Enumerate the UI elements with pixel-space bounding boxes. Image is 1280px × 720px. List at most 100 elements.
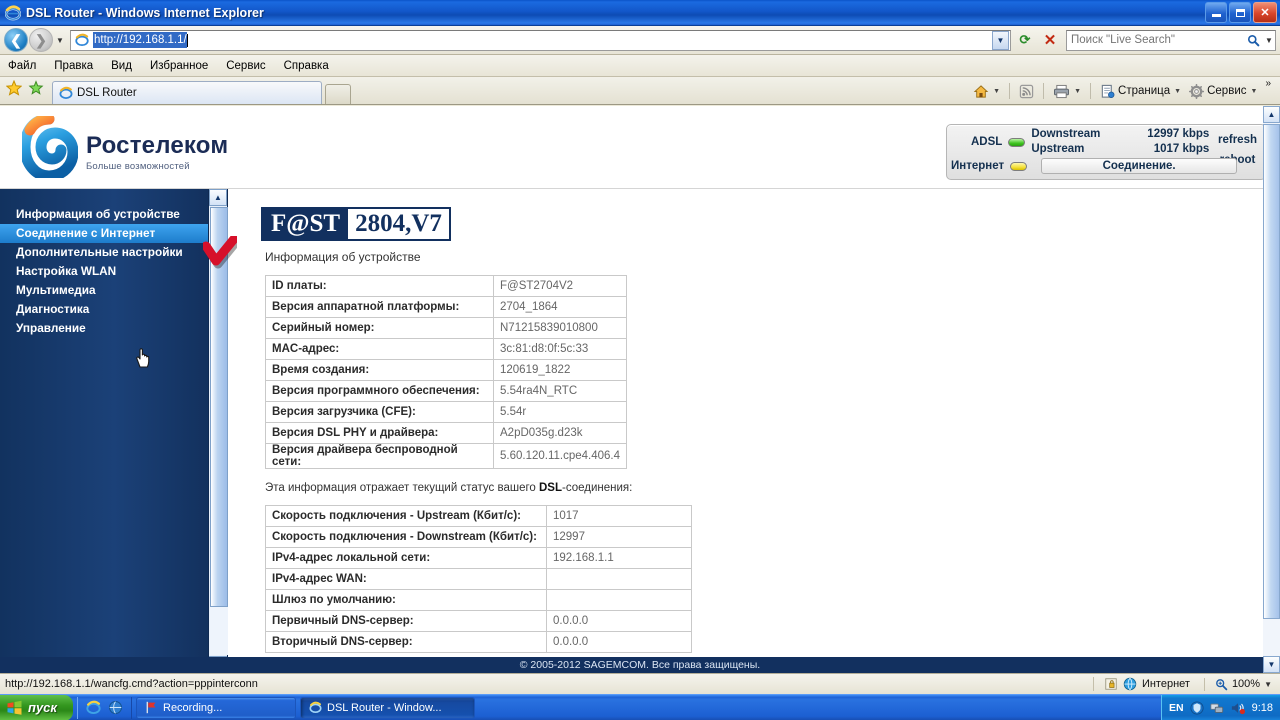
stop-icon[interactable]: ✕ — [1039, 29, 1061, 51]
dsl-note-suffix: -соединения: — [562, 482, 633, 494]
adsl-status-led-icon — [1008, 137, 1026, 147]
page-scrollbar[interactable]: ▲ ▼ — [1263, 106, 1280, 673]
quick-launch-browser-icon[interactable] — [108, 700, 123, 715]
browser-status-bar: http://192.168.1.1/wancfg.cmd?action=ppp… — [0, 673, 1280, 694]
menu-item-file[interactable]: Файл — [8, 60, 36, 72]
close-button[interactable]: ✕ — [1253, 2, 1277, 23]
chevron-down-icon[interactable]: ▼ — [993, 88, 1000, 95]
chevron-down-icon[interactable]: ▼ — [1174, 88, 1181, 95]
page-menu-button[interactable]: Страница ▼ — [1097, 84, 1184, 99]
search-icon[interactable] — [1243, 34, 1263, 47]
row-value — [546, 589, 692, 611]
tray-volume-icon[interactable] — [1230, 701, 1246, 715]
maximize-restore-button[interactable] — [1229, 2, 1251, 23]
browser-tab[interactable]: DSL Router — [52, 81, 322, 104]
zoom-icon — [1216, 678, 1228, 690]
separator — [1043, 83, 1045, 99]
quick-launch-ie-icon[interactable] — [86, 700, 101, 715]
scroll-up-arrow-icon[interactable]: ▲ — [209, 189, 227, 206]
menu-item-edit[interactable]: Правка — [54, 60, 93, 72]
menu-item-help[interactable]: Справка — [284, 60, 329, 72]
row-key: ID платы: — [265, 275, 494, 297]
table-row: Версия DSL PHY и драйвера: A2pD035g.d23k — [265, 422, 628, 444]
language-indicator[interactable]: EN — [1169, 702, 1184, 714]
forward-button[interactable]: ❯ — [29, 28, 53, 52]
toolbar-overflow-button[interactable]: » — [1262, 77, 1274, 89]
windows-flag-icon — [7, 700, 22, 715]
dsl-status-table: Скорость подключения - Upstream (Кбит/с)… — [265, 505, 692, 653]
sidebar-item-internet-connection[interactable]: Соединение с Интернет — [0, 224, 208, 243]
dsl-note-prefix: Эта информация отражает текущий статус в… — [265, 482, 539, 494]
minimize-button[interactable] — [1205, 2, 1227, 23]
sidebar-item-management[interactable]: Управление — [0, 319, 208, 338]
row-key: Вторичный DNS-сервер: — [265, 631, 547, 653]
row-value: 1017 — [546, 505, 692, 527]
search-box[interactable]: ▼ — [1066, 29, 1276, 51]
row-key: Серийный номер: — [265, 317, 494, 339]
status-link-url: http://192.168.1.1/wancfg.cmd?action=ppp… — [5, 678, 258, 690]
section-title: Информация об устройстве — [265, 250, 421, 264]
clock[interactable]: 9:18 — [1252, 702, 1273, 714]
sidebar-item-device-info[interactable]: Информация об устройстве — [0, 205, 208, 224]
brand-slogan: Больше возможностей — [86, 161, 190, 172]
table-row: Время создания: 120619_1822 — [265, 359, 628, 381]
page-body: Информация об устройстве Соединение с Ин… — [0, 189, 1280, 673]
table-row: MAC-адрес: 3c:81:d8:0f:5c:33 — [265, 338, 628, 360]
add-to-favorites-icon[interactable] — [28, 79, 44, 101]
rate-readout: Downstream 12997 kbps Upstream 1017 kbps — [1031, 127, 1209, 157]
quick-launch-bar — [77, 696, 132, 719]
favorites-center-icon[interactable] — [5, 79, 23, 101]
sidebar-item-wlan-setup[interactable]: Настройка WLAN — [0, 262, 208, 281]
tab-label: DSL Router — [77, 87, 137, 99]
menu-item-tools[interactable]: Сервис — [226, 60, 265, 72]
tray-shield-icon[interactable] — [1190, 700, 1204, 715]
row-value: 0.0.0.0 — [546, 631, 692, 653]
search-provider-dropdown-icon[interactable]: ▼ — [1263, 36, 1275, 45]
sidebar-item-diagnostics[interactable]: Диагностика — [0, 300, 208, 319]
row-value: 3c:81:d8:0f:5c:33 — [492, 338, 628, 360]
chevron-down-icon[interactable]: ▼ — [1264, 680, 1272, 689]
menu-item-favorites[interactable]: Избранное — [150, 60, 208, 72]
window-controls: ✕ — [1205, 2, 1277, 23]
chevron-down-icon[interactable]: ▼ — [1251, 88, 1258, 95]
page-viewport: Ростелеком Больше возможностей ADSL Down… — [0, 106, 1280, 673]
tray-network-icon[interactable] — [1210, 701, 1224, 715]
taskbar-item-recording[interactable]: Recording... — [136, 696, 296, 719]
table-row: Первичный DNS-сервер: 0.0.0.0 — [265, 610, 692, 632]
new-tab-button[interactable] — [325, 84, 351, 104]
zoom-indicator[interactable]: 100% ▼ — [1203, 677, 1280, 691]
menu-item-view[interactable]: Вид — [111, 60, 132, 72]
table-row: Версия загрузчика (CFE): 5.54r — [265, 401, 628, 423]
address-input[interactable]: http://192.168.1.1/ ▼ — [70, 29, 1011, 51]
recent-pages-dropdown-icon[interactable]: ▼ — [53, 36, 67, 45]
tools-menu-button[interactable]: Сервис ▼ — [1186, 83, 1260, 99]
fast-model-logo: F@ST 2804,V7 — [261, 207, 451, 241]
row-key: Шлюз по умолчанию: — [265, 589, 547, 611]
row-value: 5.54ra4N_RTC — [492, 380, 628, 402]
print-button[interactable]: ▼ — [1050, 84, 1084, 99]
start-button[interactable]: пуск — [0, 694, 73, 720]
security-zone-indicator[interactable]: Интернет — [1092, 677, 1204, 691]
home-button[interactable]: ▼ — [970, 84, 1003, 99]
page-scrollbar-thumb[interactable] — [1263, 124, 1280, 619]
upstream-label: Upstream — [1031, 143, 1085, 155]
feeds-button[interactable] — [1016, 84, 1037, 99]
address-dropdown-icon[interactable]: ▼ — [992, 30, 1009, 50]
taskbar-item-label: Recording... — [163, 701, 223, 714]
search-input[interactable] — [1067, 34, 1243, 46]
chevron-down-icon[interactable]: ▼ — [1074, 88, 1081, 95]
internet-status-led-icon — [1010, 161, 1028, 171]
page-scroll-up-arrow-icon[interactable]: ▲ — [1263, 106, 1280, 123]
sidebar-item-multimedia[interactable]: Мультимедиа — [0, 281, 208, 300]
refresh-icon[interactable]: ⟳ — [1014, 29, 1036, 51]
back-button[interactable]: ❮ — [4, 28, 28, 52]
sidebar-item-advanced-settings[interactable]: Дополнительные настройки — [0, 243, 208, 262]
page-scroll-down-arrow-icon[interactable]: ▼ — [1263, 656, 1280, 673]
refresh-button[interactable]: refresh — [1218, 130, 1257, 150]
page-favicon-icon — [74, 32, 90, 48]
scrollbar-track[interactable] — [210, 607, 228, 655]
taskbar-item-dsl-router[interactable]: DSL Router - Window... — [300, 696, 475, 719]
table-row: Версия программного обеспечения: 5.54ra4… — [265, 380, 628, 402]
table-row: Серийный номер: N71215839010800 — [265, 317, 628, 339]
row-value: 192.168.1.1 — [546, 547, 692, 569]
